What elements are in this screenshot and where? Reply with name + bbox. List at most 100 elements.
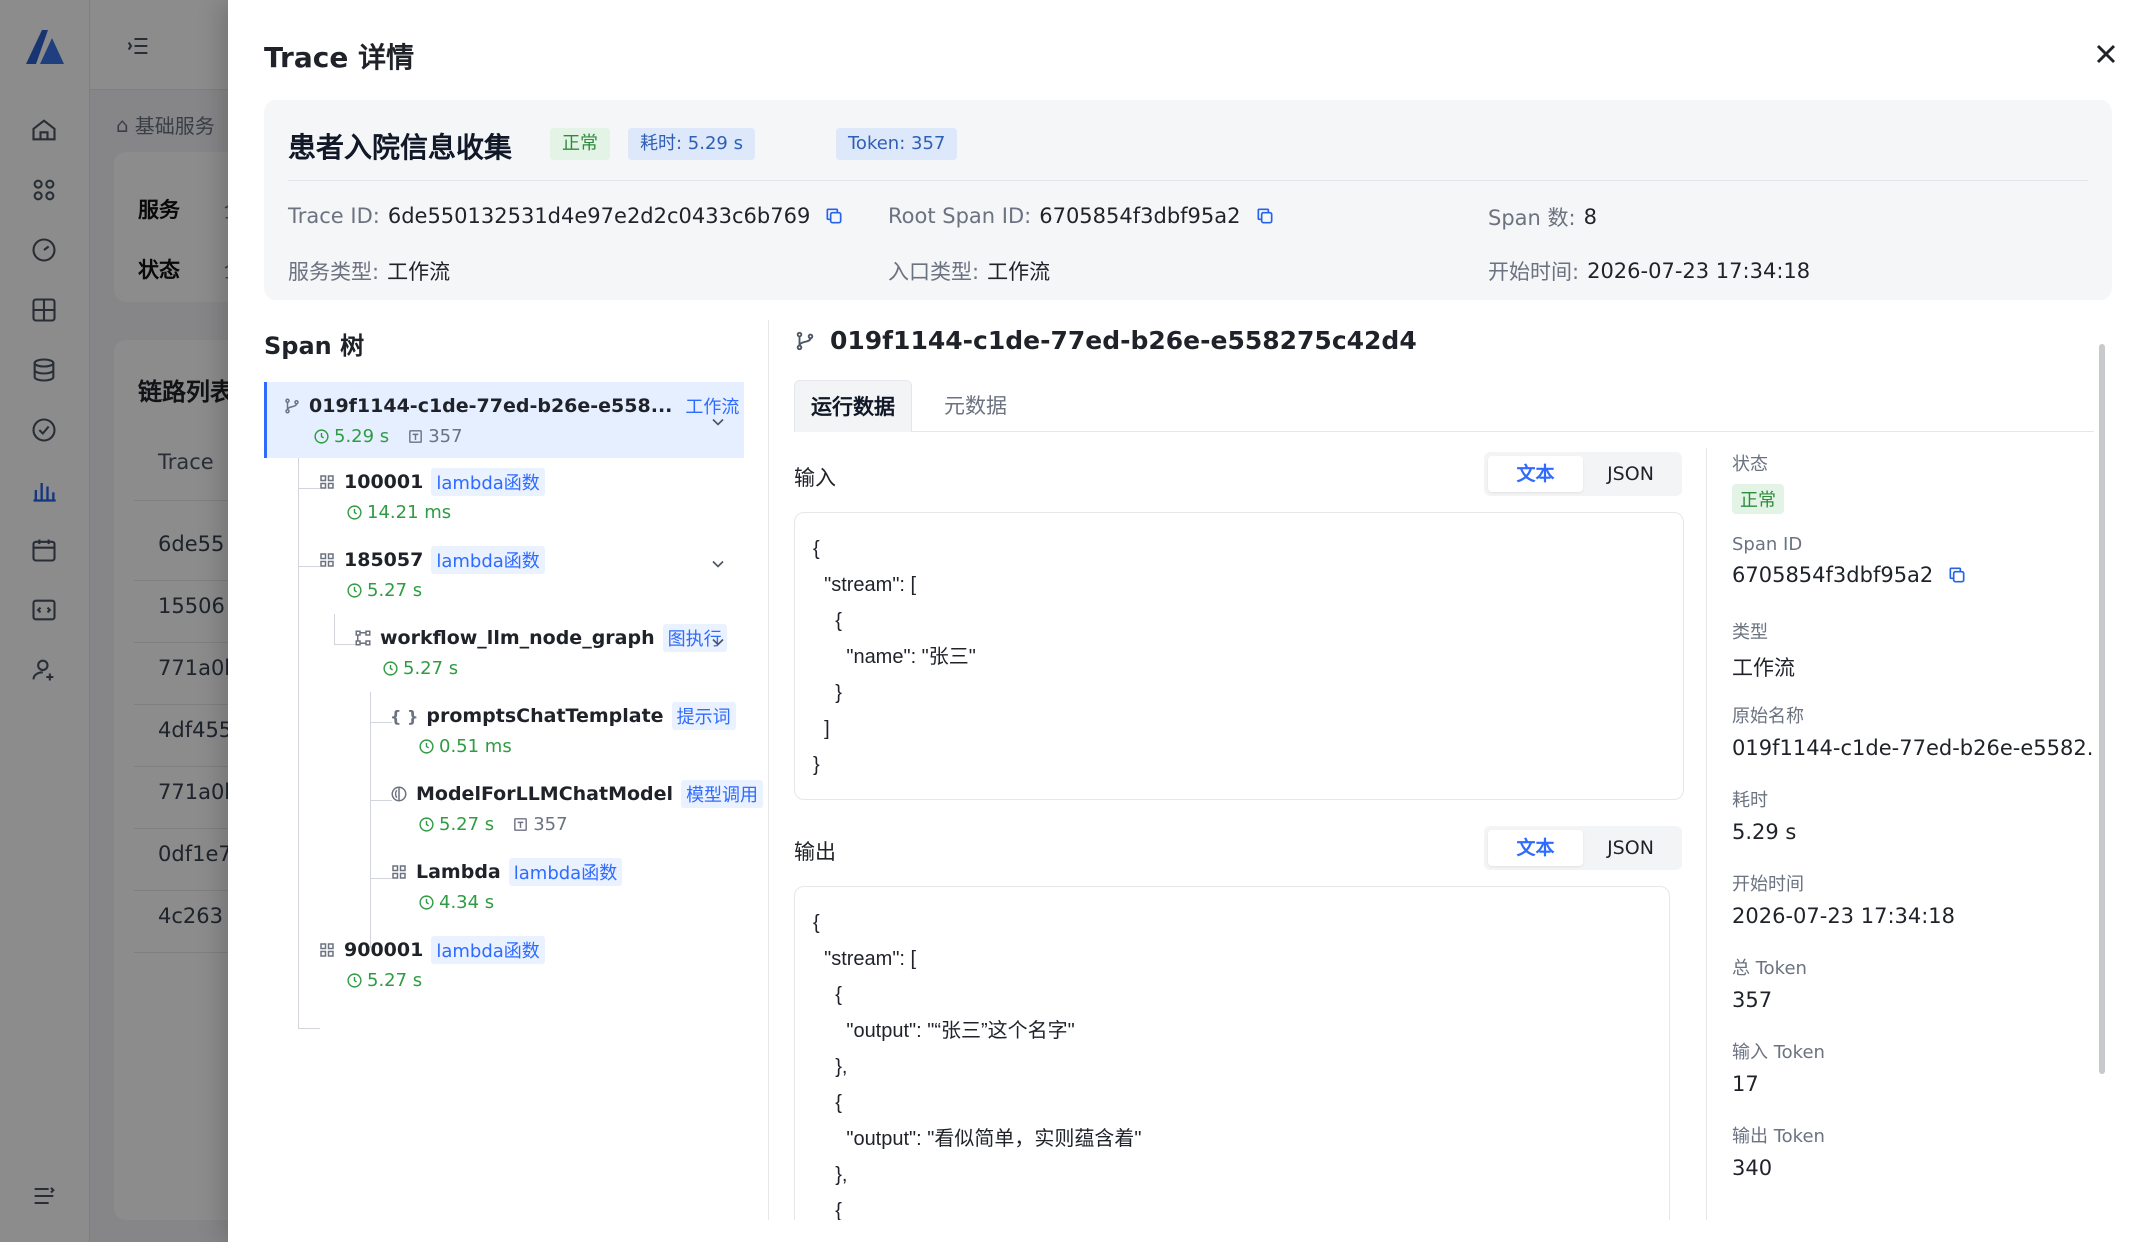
detail-scrollbar[interactable] xyxy=(2098,330,2106,1215)
chevron-down-icon[interactable] xyxy=(708,554,728,574)
span-node-kind: lambda函数 xyxy=(431,936,545,964)
span-node[interactable]: 100001 lambda函数 14.21 ms xyxy=(318,458,738,528)
span-node-duration: 5.27 s xyxy=(346,970,422,991)
code-line: { xyxy=(813,912,820,934)
span-node-root[interactable]: 019f1144-c1de-77ed-b26e-e558... 工作流 5.29… xyxy=(264,382,744,458)
close-icon xyxy=(2096,44,2116,64)
code-line: "output": "看似简单，实则蕴含着" xyxy=(813,1128,1142,1150)
span-detail-title: 019f1144-c1de-77ed-b26e-e558275c42d4 xyxy=(794,326,1417,355)
chevron-down-icon[interactable] xyxy=(708,412,728,432)
span-node-duration: 5.29 s xyxy=(313,426,389,447)
output-text-toggle[interactable]: 文本 xyxy=(1488,830,1583,866)
code-line: { xyxy=(813,538,820,560)
copy-root-span-id-icon[interactable] xyxy=(1255,206,1275,226)
span-node[interactable]: Lambda lambda函数 4.34 s xyxy=(390,848,740,918)
span-node-name: workflow_llm_node_graph xyxy=(380,627,655,649)
attr-span-id-label: Span ID xyxy=(1732,534,1803,555)
output-json-toggle[interactable]: JSON xyxy=(1583,830,1678,866)
input-content: { "stream": [ { "name": "张三" } ] } xyxy=(794,512,1684,800)
service-type-label: 服务类型: xyxy=(288,260,380,284)
code-line: } xyxy=(813,754,820,776)
drawer-title: Trace 详情 xyxy=(264,41,415,74)
attr-total-token-value: 357 xyxy=(1732,988,1773,1012)
status-badge: 正常 xyxy=(1732,484,1784,514)
root-span-id-field: Root Span ID: 6705854f3dbf95a2 xyxy=(888,204,1275,228)
span-node[interactable]: ModelForLLMChatModel 模型调用 5.27 s 357 xyxy=(390,770,764,840)
input-text-toggle[interactable]: 文本 xyxy=(1488,456,1583,492)
attr-type: 类型 工作流 xyxy=(1732,618,2092,682)
clock-icon xyxy=(383,661,398,676)
copy-trace-id-icon[interactable] xyxy=(824,206,844,226)
span-node[interactable]: { } promptsChatTemplate 提示词 0.51 ms xyxy=(390,692,740,762)
root-span-id-value: 6705854f3dbf95a2 xyxy=(1039,204,1241,228)
span-node-tokens: 357 xyxy=(512,814,568,835)
function-grid-icon xyxy=(320,553,334,567)
duration-badge: 耗时: 5.29 s xyxy=(628,128,755,160)
clock-icon xyxy=(347,973,362,988)
attr-output-token-value: 340 xyxy=(1732,1156,1773,1180)
attr-type-value: 工作流 xyxy=(1732,656,1795,680)
code-line: "stream": [ xyxy=(813,574,917,596)
trace-id-label: Trace ID: xyxy=(288,204,380,228)
attr-input-token: 输入 Token 17 xyxy=(1732,1038,2092,1096)
span-node-tokens: 357 xyxy=(407,426,463,447)
span-node-kind: 提示词 xyxy=(671,702,736,730)
attr-span-id: Span ID 6705854f3dbf95a2 xyxy=(1732,534,2092,587)
attr-output-token-label: 输出 Token xyxy=(1732,1126,1825,1147)
scrollbar-thumb[interactable] xyxy=(2099,344,2105,1074)
code-line: "name": "张三" xyxy=(813,646,976,668)
span-node[interactable]: 185057 lambda函数 5.27 s xyxy=(318,536,744,606)
trace-summary-card: 患者入院信息收集 正常 耗时: 5.29 s Token: 357 Trace … xyxy=(264,100,2112,300)
span-node-name: Lambda xyxy=(416,861,501,883)
root-span-id-label: Root Span ID: xyxy=(888,204,1032,228)
span-node-name: ModelForLLMChatModel xyxy=(416,783,674,805)
span-node-duration-value: 5.27 s xyxy=(403,658,459,679)
span-node-kind: lambda函数 xyxy=(508,858,623,886)
code-line: { xyxy=(813,1092,842,1114)
span-node-duration: 5.27 s xyxy=(418,814,494,835)
span-node-kind: lambda函数 xyxy=(431,468,545,496)
code-line: { xyxy=(813,1200,842,1220)
span-count-field: Span 数: 8 xyxy=(1488,202,1597,232)
attr-input-token-value: 17 xyxy=(1732,1072,1759,1096)
span-node-duration-value: 0.51 ms xyxy=(439,736,512,757)
code-line: }, xyxy=(813,1164,848,1186)
tab-metadata[interactable]: 元数据 xyxy=(928,380,1023,432)
code-line: "stream": [ xyxy=(813,948,917,970)
attr-raw-name: 原始名称 019f1144-c1de-77ed-b26e-e5582... xyxy=(1732,702,2092,760)
span-node-name: 900001 xyxy=(344,939,424,961)
span-node-duration: 5.27 s xyxy=(346,580,422,601)
span-node-name: 185057 xyxy=(344,549,424,571)
input-json-toggle[interactable]: JSON xyxy=(1583,456,1678,492)
attr-status: 状态 正常 xyxy=(1732,450,2092,514)
span-detail-id: 019f1144-c1de-77ed-b26e-e558275c42d4 xyxy=(830,326,1417,355)
attr-raw-name-label: 原始名称 xyxy=(1732,706,1804,727)
attr-raw-name-value: 019f1144-c1de-77ed-b26e-e5582... xyxy=(1732,736,2092,760)
code-line: } xyxy=(813,682,842,704)
attr-input-token-label: 输入 Token xyxy=(1732,1042,1825,1063)
span-node-name: 019f1144-c1de-77ed-b26e-e558... xyxy=(309,395,673,417)
span-node-duration-value: 5.27 s xyxy=(367,580,423,601)
branch-icon xyxy=(796,331,814,350)
entry-type-value: 工作流 xyxy=(987,260,1051,284)
function-grid-icon xyxy=(392,865,406,879)
clock-icon xyxy=(419,817,434,832)
close-button[interactable] xyxy=(2090,38,2122,70)
span-node-duration: 0.51 ms xyxy=(418,736,512,757)
attr-span-id-row: 6705854f3dbf95a2 xyxy=(1732,563,2092,587)
span-node[interactable]: workflow_llm_node_graph 图执行 5.27 s xyxy=(354,614,744,684)
function-grid-icon xyxy=(320,475,334,489)
code-line: { xyxy=(813,610,842,632)
attr-output-token: 输出 Token 340 xyxy=(1732,1122,2092,1180)
entry-type-field: 入口类型: 工作流 xyxy=(888,256,1050,286)
tab-run-data[interactable]: 运行数据 xyxy=(794,380,912,432)
span-node[interactable]: 900001 lambda函数 5.27 s xyxy=(318,926,738,996)
span-node-kind: 模型调用 xyxy=(681,780,764,808)
chevron-down-icon[interactable] xyxy=(708,632,728,652)
span-node-duration-value: 14.21 ms xyxy=(367,502,452,523)
service-type-value: 工作流 xyxy=(387,260,451,284)
input-label: 输入 xyxy=(794,466,836,490)
copy-span-id-icon[interactable] xyxy=(1947,565,1967,585)
attr-status-label: 状态 xyxy=(1732,454,1768,475)
start-time-value: 2026-07-23 17:34:18 xyxy=(1587,259,1811,283)
